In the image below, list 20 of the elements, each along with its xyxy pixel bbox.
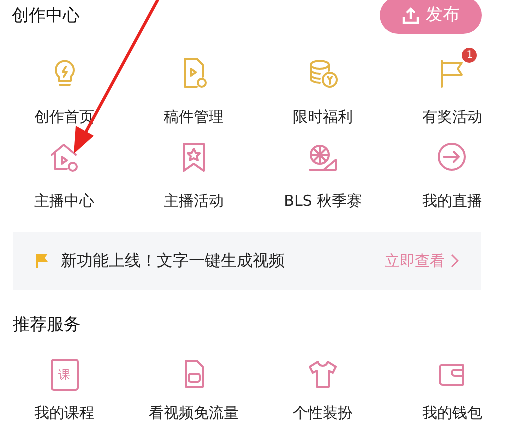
section-title: 推荐服务 — [13, 314, 81, 337]
chevron-right-icon — [451, 254, 459, 268]
book-icon: 课 — [50, 358, 79, 390]
flag-icon — [35, 253, 49, 269]
menu-item-label[interactable]: 我的直播 — [422, 190, 482, 212]
notification-badge: 1 — [462, 48, 478, 63]
upload-icon — [402, 6, 420, 24]
menu-item-label[interactable]: 个性装扮 — [293, 402, 354, 423]
menu-item-label[interactable]: 限时福利 — [293, 106, 354, 128]
section-title: 创作中心 — [12, 5, 80, 28]
announcement-banner[interactable]: 新功能上线！文字一键生成视频 立即查看 — [13, 232, 481, 290]
menu-item-label[interactable]: 主播中心 — [34, 190, 95, 212]
menu-item-label[interactable]: 我的课程 — [34, 402, 95, 423]
menu-item-label[interactable]: 主播活动 — [164, 190, 224, 212]
menu-item-label[interactable]: 我的钱包 — [422, 402, 482, 423]
menu-item-label[interactable]: 稿件管理 — [164, 106, 224, 128]
menu-item-label[interactable]: BLS 秋季赛 — [284, 190, 362, 212]
menu-item-label[interactable]: 有奖活动 — [422, 106, 482, 128]
menu-item-label[interactable]: 看视频免流量 — [148, 402, 239, 423]
announcement-text: 新功能上线！文字一键生成视频 — [61, 250, 285, 272]
